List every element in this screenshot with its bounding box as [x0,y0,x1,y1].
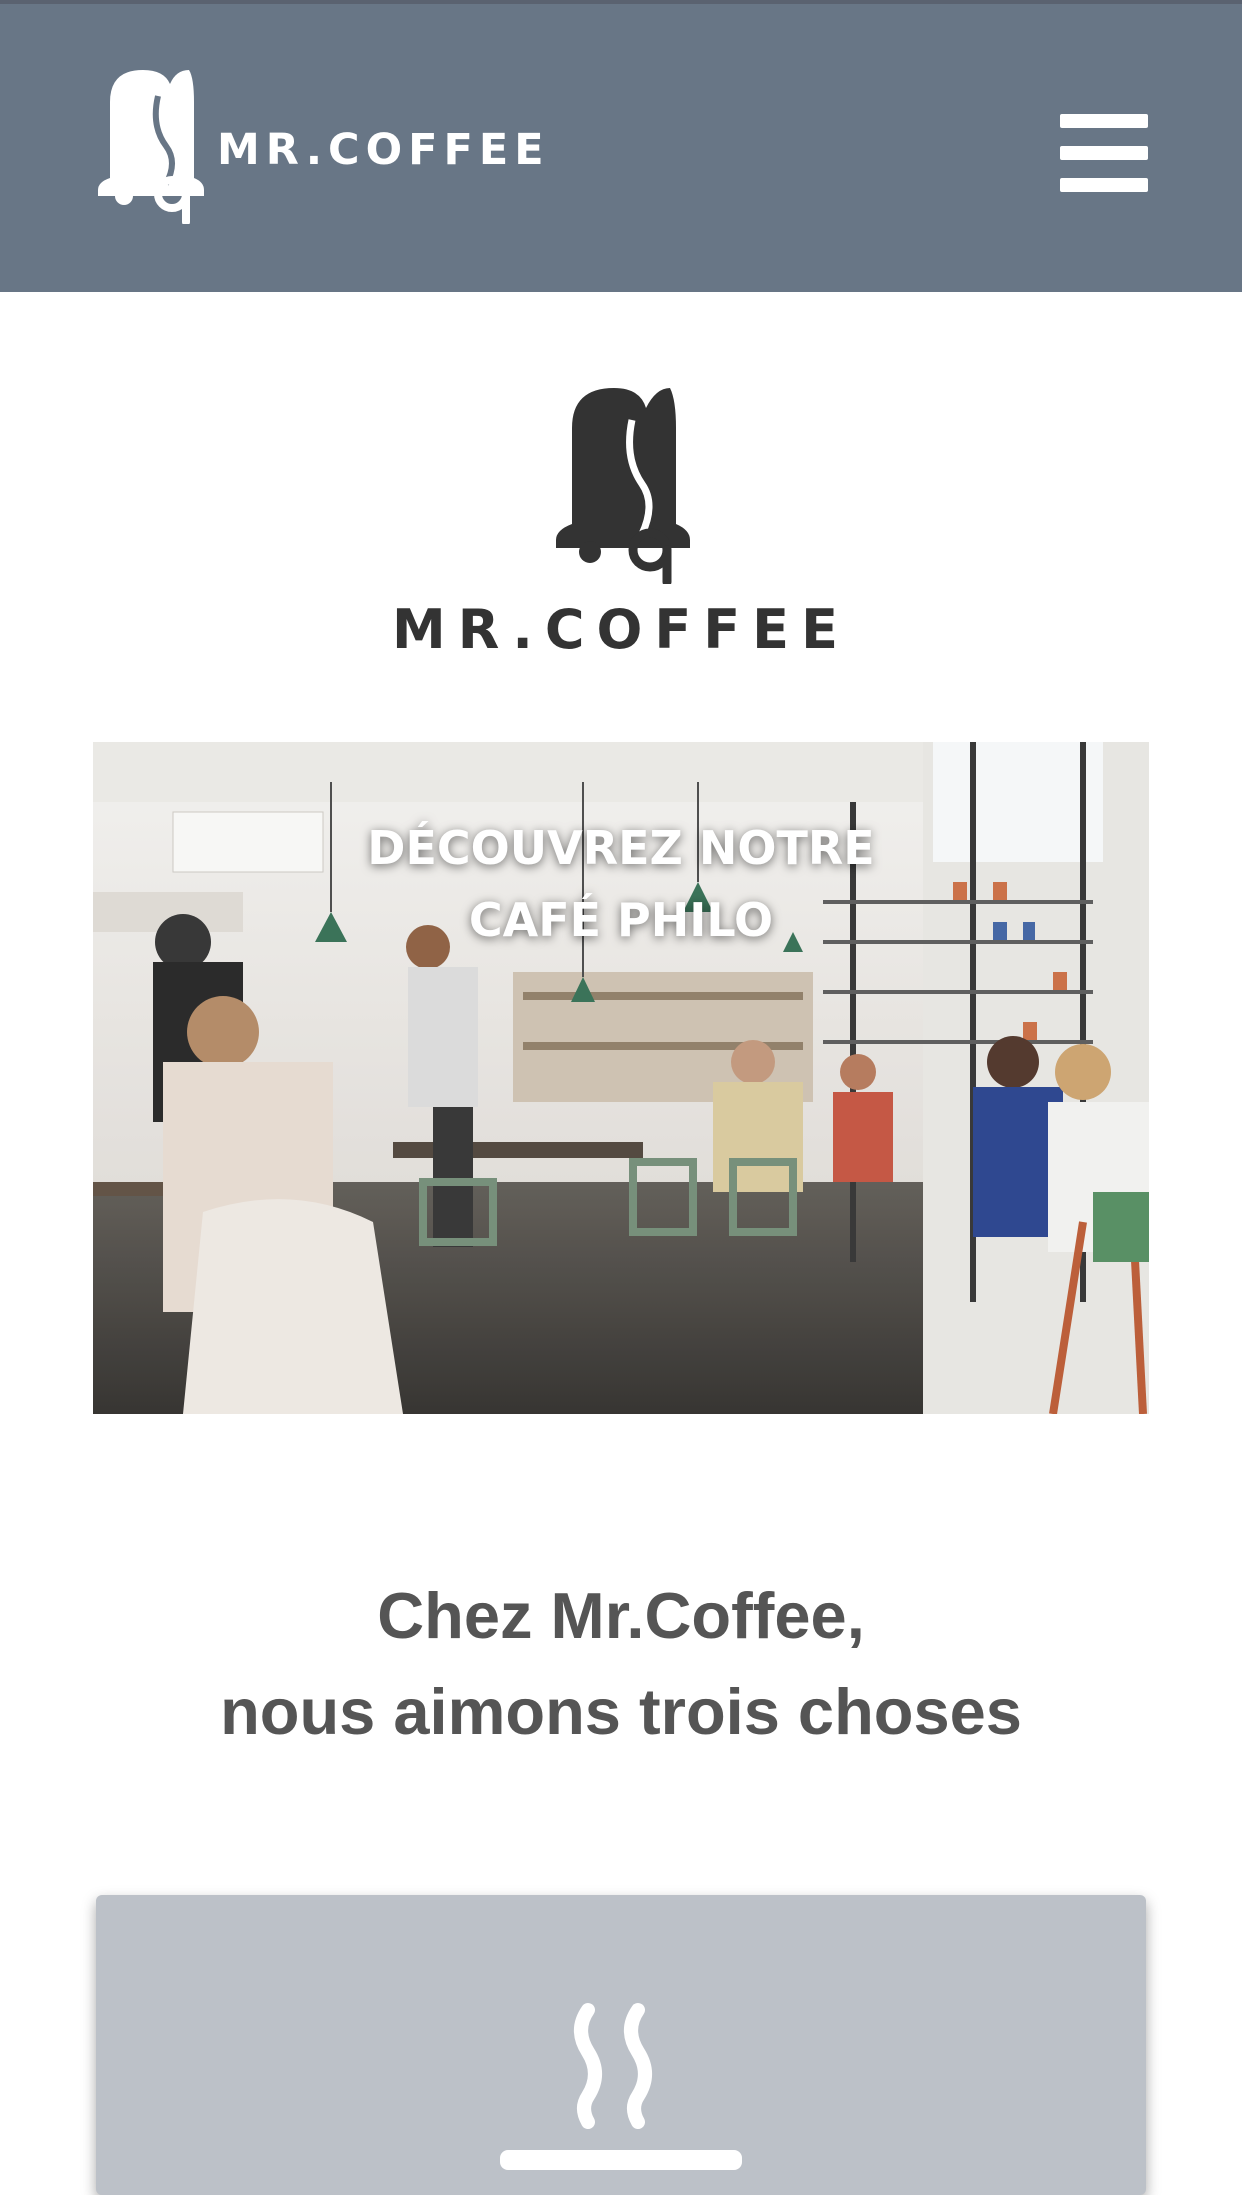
steaming-cup-icon [500,2003,742,2170]
menu-bar [1060,178,1148,192]
hamburger-menu-icon[interactable] [1060,114,1148,192]
tagline-line: Chez Mr.Coffee, [377,1579,865,1652]
bell-logo-icon[interactable] [96,66,206,224]
hero-title[interactable]: DÉCOUVREZ NOTRE CAFÉ PHILO [93,812,1149,956]
site-header: MR.COFFEE [0,4,1242,292]
hero-banner[interactable]: DÉCOUVREZ NOTRE CAFÉ PHILO [93,742,1149,1414]
intro-brand-name: MR.COFFEE [392,598,850,661]
bell-logo-icon [556,388,690,584]
tagline-line: nous aimons trois choses [220,1675,1022,1748]
tagline-heading: Chez Mr.Coffee, nous aimons trois choses [0,1568,1242,1760]
menu-bar [1060,146,1148,160]
menu-bar [1060,114,1148,128]
feature-card [96,1895,1146,2195]
hero-title-line: DÉCOUVREZ NOTRE [367,821,875,875]
hero-title-line: CAFÉ PHILO [468,893,774,947]
header-brand-name[interactable]: MR.COFFEE [217,125,550,175]
